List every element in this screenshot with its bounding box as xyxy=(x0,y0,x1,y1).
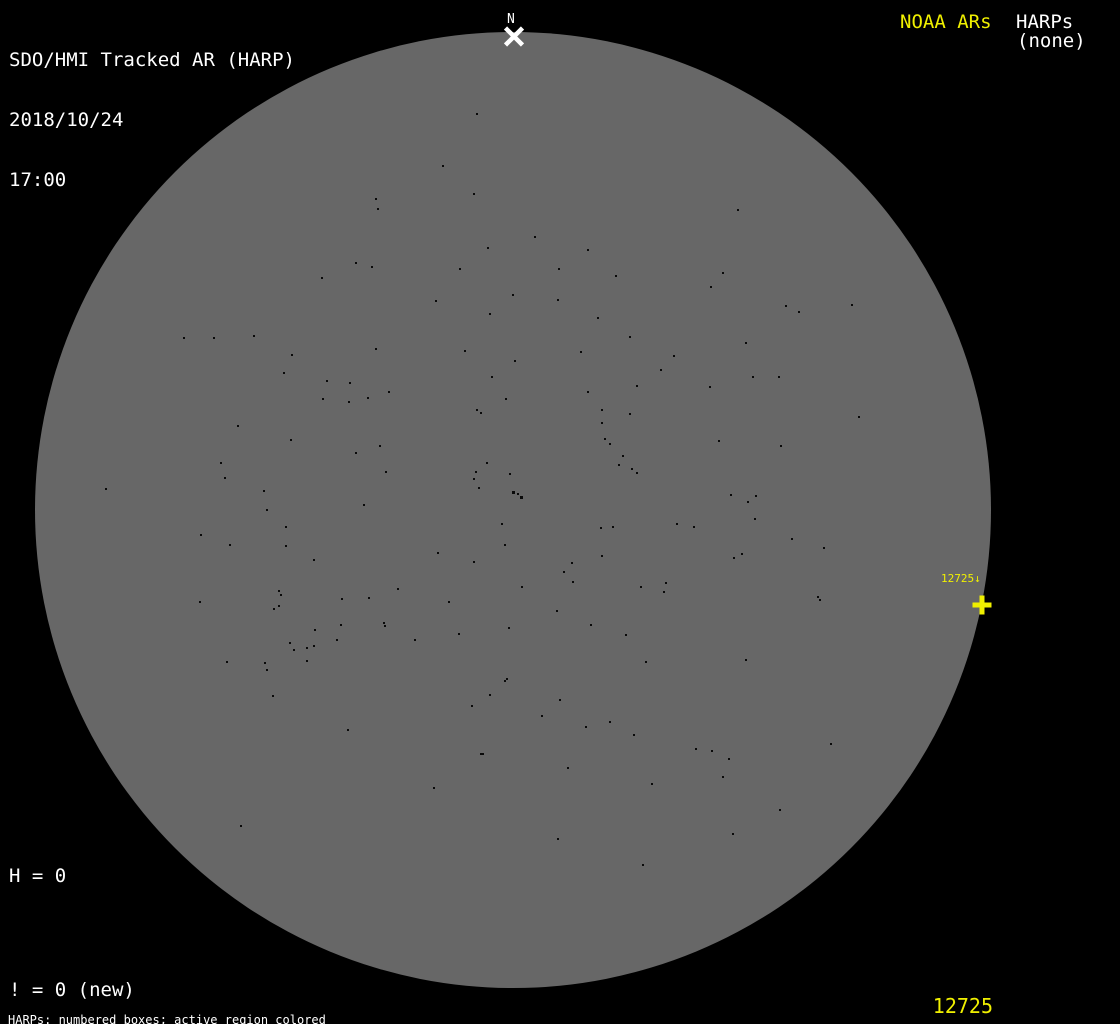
page-title: SDO/HMI Tracked AR (HARP) xyxy=(9,50,295,70)
stats-line-h: H = 0 xyxy=(9,867,226,886)
title-block: SDO/HMI Tracked AR (HARP) 2018/10/24 17:… xyxy=(9,10,295,230)
solar-disk-view: SDO/HMI Tracked AR (HARP) 2018/10/24 17:… xyxy=(0,0,1120,1024)
date-label: 2018/10/24 xyxy=(9,110,295,130)
noaa-ars-legend-label: NOAA ARs xyxy=(900,11,992,33)
footnote-harps: HARPs: numbered boxes; active region col… xyxy=(8,1014,427,1024)
ar-12725-equator-label: 12725 xyxy=(933,994,993,1018)
ar-12725-limb-label: 12725↓ xyxy=(941,572,981,585)
stats-line-blank xyxy=(9,924,226,943)
footnotes-block: HARPs: numbered boxes; active region col… xyxy=(8,990,427,1024)
harps-legend-value: (none) xyxy=(1017,30,1086,52)
north-pole-label: N xyxy=(507,12,515,27)
time-label: 17:00 xyxy=(9,170,295,190)
